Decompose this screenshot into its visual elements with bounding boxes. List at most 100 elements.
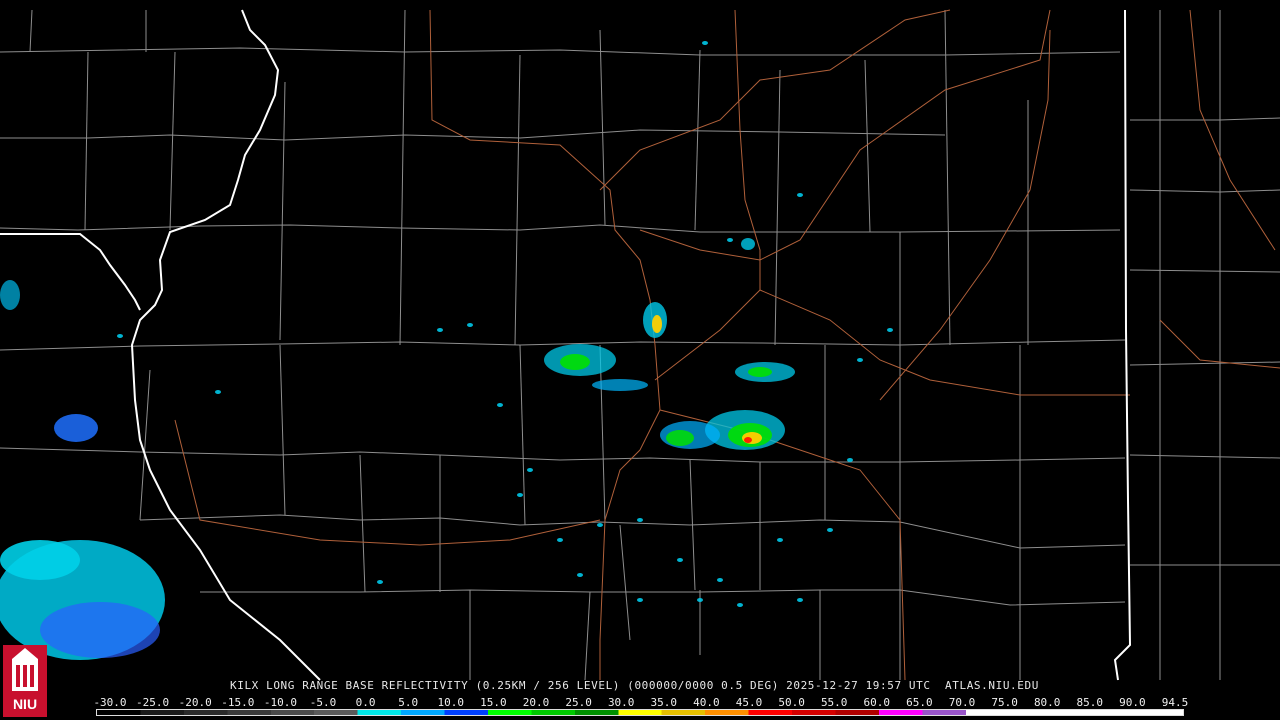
echo-cell — [0, 280, 20, 310]
highway-line — [1189, 9, 1276, 251]
echo-cell — [727, 238, 733, 242]
echo-cell — [557, 538, 563, 542]
state-border — [0, 233, 141, 311]
highway-line — [429, 9, 656, 346]
echo-cell — [827, 528, 833, 532]
legend-tick-label: 75.0 — [991, 696, 1018, 709]
county-line — [694, 49, 701, 231]
echo-cell — [560, 354, 590, 370]
echo-cell — [717, 578, 723, 582]
county-line — [1129, 189, 1280, 193]
legend-tick-label: -30.0 — [93, 696, 127, 709]
legend-tick-label: 80.0 — [1033, 696, 1061, 709]
legend-tick-label: 50.0 — [778, 696, 805, 709]
echo-cell — [887, 328, 893, 332]
legend-tick-label: -15.0 — [221, 696, 255, 709]
county-line — [1130, 117, 1280, 121]
county-line — [514, 54, 521, 346]
legend-tick-label: -5.0 — [309, 696, 337, 709]
county-line — [0, 447, 1126, 463]
reflectivity-echoes — [0, 41, 893, 660]
highway-line — [174, 419, 601, 546]
echo-cell — [40, 602, 160, 658]
echo-cell — [697, 598, 703, 602]
county-line — [279, 81, 286, 341]
county-line — [584, 591, 591, 681]
legend-tick-label: 55.0 — [820, 696, 848, 709]
legend-tick-label: 70.0 — [948, 696, 976, 709]
legend-tick-label: 25.0 — [565, 696, 592, 709]
echo-cell — [777, 538, 783, 542]
highway-line — [639, 9, 1051, 261]
echo-cell — [748, 367, 772, 377]
county-line — [139, 514, 1126, 549]
legend-tick-label: 94.5 — [1161, 696, 1189, 709]
echo-cell — [857, 358, 863, 362]
county-line — [599, 29, 606, 226]
legend-tick-label: -10.0 — [263, 696, 297, 709]
echo-cell — [54, 414, 98, 442]
legend-tick-label: 20.0 — [522, 696, 550, 709]
echo-cell — [847, 458, 853, 462]
legend-tick-label: 60.0 — [863, 696, 891, 709]
legend-tick-labels: -30.0 -25.0 -20.0 -15.0 -10.0 -5.0 0.0 5.0 10.0 1… — [0, 697, 1280, 709]
echo-cell — [117, 334, 123, 338]
county-line — [619, 524, 631, 641]
echo-cell — [737, 603, 743, 607]
highway-line — [599, 344, 661, 680]
product-caption: KILX LONG RANGE BASE REFLECTIVITY (0.25K… — [230, 679, 1039, 692]
county-line — [359, 454, 366, 593]
state-borders — [0, 9, 1132, 681]
echo-cell — [215, 390, 221, 394]
echo-cell — [592, 379, 648, 391]
county-line — [944, 9, 951, 346]
legend-tick-label: 15.0 — [480, 696, 507, 709]
echo-cell — [744, 437, 752, 443]
county-line — [774, 69, 781, 346]
svg-text:NIU: NIU — [13, 696, 37, 712]
echo-cell — [517, 493, 523, 497]
echo-cell — [0, 540, 80, 580]
niu-logo: NIU — [3, 645, 47, 717]
echo-cell — [467, 323, 473, 327]
county-line — [84, 51, 89, 231]
county-line — [279, 344, 286, 516]
county-line — [0, 47, 1121, 56]
legend-tick-label: -20.0 — [178, 696, 212, 709]
legend-tick-label: 90.0 — [1119, 696, 1146, 709]
echo-cell — [702, 41, 708, 45]
legend-tick-label: 40.0 — [693, 696, 720, 709]
county-line — [200, 589, 1126, 606]
echo-cell — [527, 468, 533, 472]
legend-tick-label: 30.0 — [607, 696, 635, 709]
echo-cell — [497, 403, 503, 407]
county-line — [169, 51, 176, 231]
county-line — [399, 9, 406, 346]
legend-tick-label: 65.0 — [906, 696, 933, 709]
echo-cell — [637, 518, 643, 522]
echo-cell — [637, 598, 643, 602]
county-line — [0, 224, 1121, 233]
county-line — [1129, 454, 1280, 459]
legend-tick-label: 85.0 — [1076, 696, 1104, 709]
highway-lines — [174, 9, 1280, 681]
reflectivity-colorbar — [96, 709, 1184, 716]
highway-line — [659, 409, 906, 681]
echo-cell — [597, 523, 603, 527]
radar-map — [0, 9, 1280, 681]
legend-tick-label: 10.0 — [437, 696, 465, 709]
echo-cell — [666, 430, 694, 446]
county-line — [1129, 361, 1280, 366]
echo-cell — [652, 315, 662, 333]
county-line — [519, 344, 526, 526]
legend-tick-label: 0.0 — [355, 696, 376, 709]
legend-tick-label: -25.0 — [136, 696, 170, 709]
echo-cell — [797, 193, 803, 197]
echo-cell — [437, 328, 443, 332]
county-line — [29, 9, 33, 53]
echo-cell — [377, 580, 383, 584]
state-border — [1113, 9, 1132, 681]
echo-cell — [797, 598, 803, 602]
legend-tick-label: 5.0 — [398, 696, 419, 709]
county-line — [0, 129, 946, 141]
